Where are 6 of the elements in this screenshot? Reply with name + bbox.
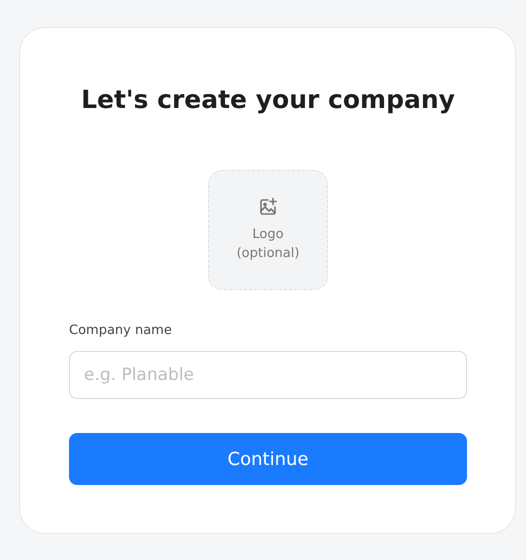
continue-button[interactable]: Continue (69, 433, 467, 485)
logo-upload-button[interactable]: Logo (optional) (208, 170, 328, 290)
field-label: Company name (69, 322, 173, 340)
page-title: Let's create your company (80, 84, 456, 116)
add-image-icon (258, 197, 278, 217)
company-name-field[interactable]: e.g. Planable (69, 351, 467, 399)
